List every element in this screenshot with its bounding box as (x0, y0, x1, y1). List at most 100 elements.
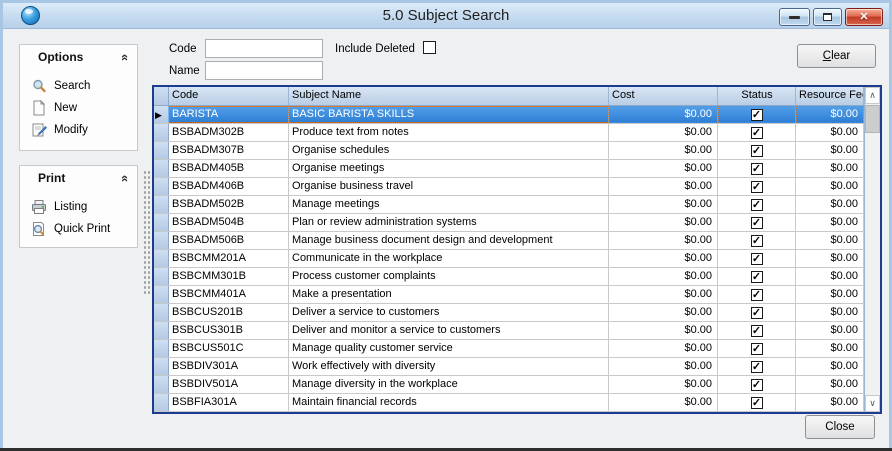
cell-subject-name[interactable]: BASIC BARISTA SKILLS (289, 106, 609, 123)
row-selector[interactable] (154, 196, 169, 213)
table-row[interactable]: BSBFIA301AMaintain financial records$0.0… (154, 394, 864, 412)
cell-resource-fee[interactable]: $0.00 (796, 196, 864, 213)
column-header-status[interactable]: Status (718, 87, 796, 105)
cell-cost[interactable]: $0.00 (609, 358, 718, 375)
cell-subject-name[interactable]: Organise business travel (289, 178, 609, 195)
cell-cost[interactable]: $0.00 (609, 124, 718, 141)
cell-subject-name[interactable]: Maintain financial records (289, 394, 609, 411)
cell-code[interactable]: BSBDIV501A (169, 376, 289, 393)
cell-subject-name[interactable]: Manage business document design and deve… (289, 232, 609, 249)
cell-cost[interactable]: $0.00 (609, 376, 718, 393)
cell-resource-fee[interactable]: $0.00 (796, 142, 864, 159)
splitter-grip[interactable] (143, 170, 151, 296)
cell-resource-fee[interactable]: $0.00 (796, 286, 864, 303)
code-input[interactable] (205, 39, 323, 58)
options-panel-header[interactable]: Options « (20, 45, 137, 69)
table-row[interactable]: BSBDIV501AManage diversity in the workpl… (154, 376, 864, 394)
cell-subject-name[interactable]: Organise meetings (289, 160, 609, 177)
cell-cost[interactable]: $0.00 (609, 196, 718, 213)
cell-code[interactable]: BSBCMM401A (169, 286, 289, 303)
cell-cost[interactable]: $0.00 (609, 232, 718, 249)
collapse-chevron-icon[interactable]: « (118, 53, 133, 60)
column-header-resource-fee[interactable]: Resource Fee (796, 87, 864, 105)
cell-cost[interactable]: $0.00 (609, 286, 718, 303)
table-row[interactable]: BSBADM405BOrganise meetings$0.00✓$0.00 (154, 160, 864, 178)
cell-subject-name[interactable]: Process customer complaints (289, 268, 609, 285)
cell-status[interactable]: ✓ (718, 286, 796, 303)
table-row[interactable]: ▶BARISTABASIC BARISTA SKILLS$0.00✓$0.00 (154, 106, 864, 124)
status-checkbox[interactable]: ✓ (751, 289, 763, 301)
row-selector[interactable] (154, 268, 169, 285)
collapse-chevron-icon[interactable]: « (118, 174, 133, 181)
row-selector[interactable] (154, 160, 169, 177)
sidebar-item-listing[interactable]: Listing (31, 196, 137, 218)
cell-code[interactable]: BSBCMM301B (169, 268, 289, 285)
cell-code[interactable]: BSBCUS501C (169, 340, 289, 357)
cell-resource-fee[interactable]: $0.00 (796, 340, 864, 357)
cell-cost[interactable]: $0.00 (609, 250, 718, 267)
cell-status[interactable]: ✓ (718, 250, 796, 267)
vertical-scrollbar[interactable]: ∧ ∨ (864, 87, 880, 412)
close-button[interactable]: Close (805, 415, 875, 439)
scrollbar-track[interactable] (865, 133, 880, 395)
column-header-subject-name[interactable]: Subject Name (289, 87, 609, 105)
cell-resource-fee[interactable]: $0.00 (796, 394, 864, 411)
cell-cost[interactable]: $0.00 (609, 160, 718, 177)
status-checkbox[interactable]: ✓ (751, 217, 763, 229)
minimize-button[interactable] (779, 8, 810, 26)
cell-status[interactable]: ✓ (718, 196, 796, 213)
status-checkbox[interactable]: ✓ (751, 181, 763, 193)
cell-resource-fee[interactable]: $0.00 (796, 160, 864, 177)
status-checkbox[interactable]: ✓ (751, 145, 763, 157)
row-selector[interactable] (154, 304, 169, 321)
table-row[interactable]: BSBCMM401AMake a presentation$0.00✓$0.00 (154, 286, 864, 304)
maximize-button[interactable] (813, 8, 842, 26)
cell-resource-fee[interactable]: $0.00 (796, 106, 864, 123)
row-selector[interactable] (154, 214, 169, 231)
name-input[interactable] (205, 61, 323, 80)
table-row[interactable]: BSBADM504BPlan or review administration … (154, 214, 864, 232)
cell-resource-fee[interactable]: $0.00 (796, 376, 864, 393)
status-checkbox[interactable]: ✓ (751, 325, 763, 337)
status-checkbox[interactable]: ✓ (751, 307, 763, 319)
table-row[interactable]: BSBCMM201ACommunicate in the workplace$0… (154, 250, 864, 268)
cell-resource-fee[interactable]: $0.00 (796, 214, 864, 231)
row-selector[interactable] (154, 232, 169, 249)
status-checkbox[interactable]: ✓ (751, 253, 763, 265)
clear-button[interactable]: Clear (797, 44, 876, 68)
table-row[interactable]: BSBCUS301BDeliver and monitor a service … (154, 322, 864, 340)
row-selector[interactable] (154, 124, 169, 141)
status-checkbox[interactable]: ✓ (751, 127, 763, 139)
cell-code[interactable]: BSBADM502B (169, 196, 289, 213)
cell-cost[interactable]: $0.00 (609, 340, 718, 357)
cell-status[interactable]: ✓ (718, 160, 796, 177)
cell-cost[interactable]: $0.00 (609, 394, 718, 411)
cell-subject-name[interactable]: Work effectively with diversity (289, 358, 609, 375)
cell-resource-fee[interactable]: $0.00 (796, 124, 864, 141)
cell-status[interactable]: ✓ (718, 358, 796, 375)
cell-subject-name[interactable]: Manage diversity in the workplace (289, 376, 609, 393)
row-selector[interactable] (154, 340, 169, 357)
cell-subject-name[interactable]: Produce text from notes (289, 124, 609, 141)
table-row[interactable]: BSBADM502BManage meetings$0.00✓$0.00 (154, 196, 864, 214)
column-header-cost[interactable]: Cost (609, 87, 718, 105)
cell-status[interactable]: ✓ (718, 322, 796, 339)
cell-resource-fee[interactable]: $0.00 (796, 268, 864, 285)
row-selector[interactable] (154, 286, 169, 303)
cell-cost[interactable]: $0.00 (609, 214, 718, 231)
close-window-button[interactable]: ✕ (845, 8, 883, 26)
cell-code[interactable]: BSBADM307B (169, 142, 289, 159)
sidebar-item-search[interactable]: Search (31, 75, 137, 97)
row-selector[interactable] (154, 322, 169, 339)
cell-subject-name[interactable]: Make a presentation (289, 286, 609, 303)
cell-resource-fee[interactable]: $0.00 (796, 304, 864, 321)
status-checkbox[interactable]: ✓ (751, 109, 763, 121)
status-checkbox[interactable]: ✓ (751, 343, 763, 355)
cell-code[interactable]: BSBADM504B (169, 214, 289, 231)
column-header-code[interactable]: Code (169, 87, 289, 105)
row-selector[interactable] (154, 250, 169, 267)
cell-resource-fee[interactable]: $0.00 (796, 322, 864, 339)
cell-code[interactable]: BSBFIA301A (169, 394, 289, 411)
sidebar-item-quick-print[interactable]: Quick Print (31, 218, 137, 240)
cell-code[interactable]: BSBCMM201A (169, 250, 289, 267)
